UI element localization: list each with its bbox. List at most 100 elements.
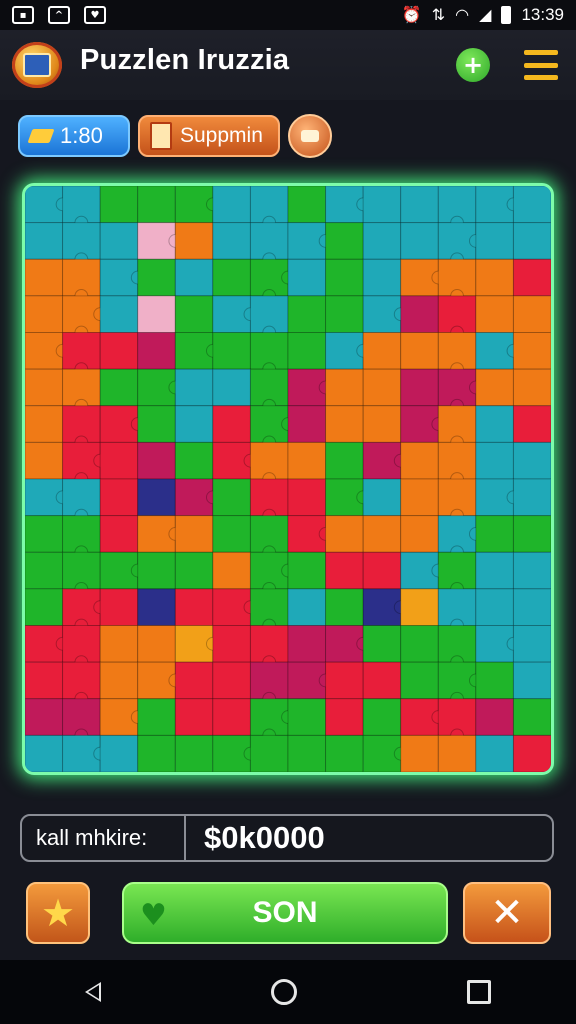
puzzle-piece[interactable] [362,405,402,443]
puzzle-grid[interactable] [25,186,551,772]
puzzle-piece[interactable] [475,661,514,700]
puzzle-piece[interactable] [325,588,364,626]
puzzle-piece[interactable] [25,222,64,260]
puzzle-piece[interactable] [400,515,439,553]
home-icon[interactable] [271,979,297,1005]
puzzle-piece[interactable] [99,515,139,553]
puzzle-piece[interactable] [137,258,176,297]
puzzle-piece[interactable] [174,515,214,553]
puzzle-piece[interactable] [400,295,439,333]
puzzle-piece[interactable] [25,661,64,700]
puzzle-piece[interactable] [362,515,402,553]
puzzle-piece[interactable] [475,295,514,333]
puzzle-piece[interactable] [212,186,251,224]
puzzle-piece[interactable] [362,186,402,224]
puzzle-piece[interactable] [25,515,64,553]
puzzle-piece[interactable] [137,405,176,443]
puzzle-piece[interactable] [512,588,551,626]
puzzle-piece[interactable] [512,405,551,443]
puzzle-piece[interactable] [325,368,364,407]
puzzle-piece[interactable] [512,186,551,224]
puzzle-piece[interactable] [437,734,477,772]
puzzle-piece[interactable] [362,222,402,260]
puzzle-piece[interactable] [475,551,514,590]
puzzle-piece[interactable] [174,698,214,736]
puzzle-piece[interactable] [212,698,251,736]
puzzle-piece[interactable] [25,405,64,443]
puzzle-piece[interactable] [325,698,364,736]
puzzle-piece[interactable] [174,734,214,772]
puzzle-piece[interactable] [212,332,251,370]
puzzle-piece[interactable] [512,515,551,553]
puzzle-piece[interactable] [99,588,139,626]
puzzle-piece[interactable] [99,661,139,700]
puzzle-piece[interactable] [287,698,327,736]
puzzle-piece[interactable] [475,405,514,443]
puzzle-piece[interactable] [512,222,551,260]
puzzle-piece[interactable] [249,734,289,772]
recents-icon[interactable] [467,980,491,1004]
puzzle-piece[interactable] [512,258,551,297]
puzzle-piece[interactable] [137,478,176,517]
puzzle-piece[interactable] [212,368,251,407]
puzzle-piece[interactable] [99,441,139,480]
puzzle-piece[interactable] [512,625,551,663]
puzzle-piece[interactable] [287,478,327,517]
puzzle-piece[interactable] [25,588,64,626]
puzzle-piece[interactable] [512,661,551,700]
puzzle-piece[interactable] [137,588,176,626]
puzzle-piece[interactable] [212,625,251,663]
puzzle-piece[interactable] [287,588,327,626]
puzzle-piece[interactable] [287,186,327,224]
puzzle-piece[interactable] [25,551,64,590]
puzzle-piece[interactable] [362,661,402,700]
puzzle-piece[interactable] [400,661,439,700]
puzzle-piece[interactable] [512,734,551,772]
puzzle-piece[interactable] [475,515,514,553]
puzzle-piece[interactable] [400,222,439,260]
puzzle-piece[interactable] [400,332,439,370]
puzzle-piece[interactable] [25,698,64,736]
puzzle-piece[interactable] [475,698,514,736]
hamburger-menu-icon[interactable] [524,50,558,80]
puzzle-piece[interactable] [137,734,176,772]
puzzle-piece[interactable] [400,734,439,772]
puzzle-piece[interactable] [25,441,64,480]
puzzle-piece[interactable] [212,258,251,297]
puzzle-piece[interactable] [287,258,327,297]
puzzle-piece[interactable] [512,441,551,480]
puzzle-piece[interactable] [174,295,214,333]
puzzle-piece[interactable] [174,258,214,297]
puzzle-piece[interactable] [325,734,364,772]
puzzle-piece[interactable] [475,734,514,772]
star-icon[interactable]: ★ [26,882,90,944]
puzzle-piece[interactable] [512,295,551,333]
puzzle-piece[interactable] [325,405,364,443]
puzzle-piece[interactable] [400,186,439,224]
puzzle-piece[interactable] [362,258,402,297]
puzzle-piece[interactable] [325,222,364,260]
puzzle-piece[interactable] [362,332,402,370]
puzzle-piece[interactable] [362,698,402,736]
puzzle-piece[interactable] [325,515,364,553]
puzzle-piece[interactable] [174,551,214,590]
puzzle-piece[interactable] [137,186,176,224]
puzzle-piece[interactable] [362,625,402,663]
puzzle-piece[interactable] [287,405,327,443]
puzzle-piece[interactable] [99,332,139,370]
puzzle-piece[interactable] [99,222,139,260]
puzzle-piece[interactable] [400,588,439,626]
puzzle-piece[interactable] [25,734,64,772]
puzzle-piece[interactable] [287,625,327,663]
support-button[interactable]: Suppmin [138,115,280,157]
puzzle-piece[interactable] [475,588,514,626]
plus-icon[interactable]: + [456,48,490,82]
puzzle-piece[interactable] [174,441,214,480]
puzzle-piece[interactable] [512,698,551,736]
puzzle-piece[interactable] [99,295,139,333]
puzzle-piece[interactable] [137,625,176,663]
puzzle-piece[interactable] [25,368,64,407]
puzzle-piece[interactable] [512,551,551,590]
puzzle-piece[interactable] [325,295,364,333]
puzzle-piece[interactable] [325,441,364,480]
